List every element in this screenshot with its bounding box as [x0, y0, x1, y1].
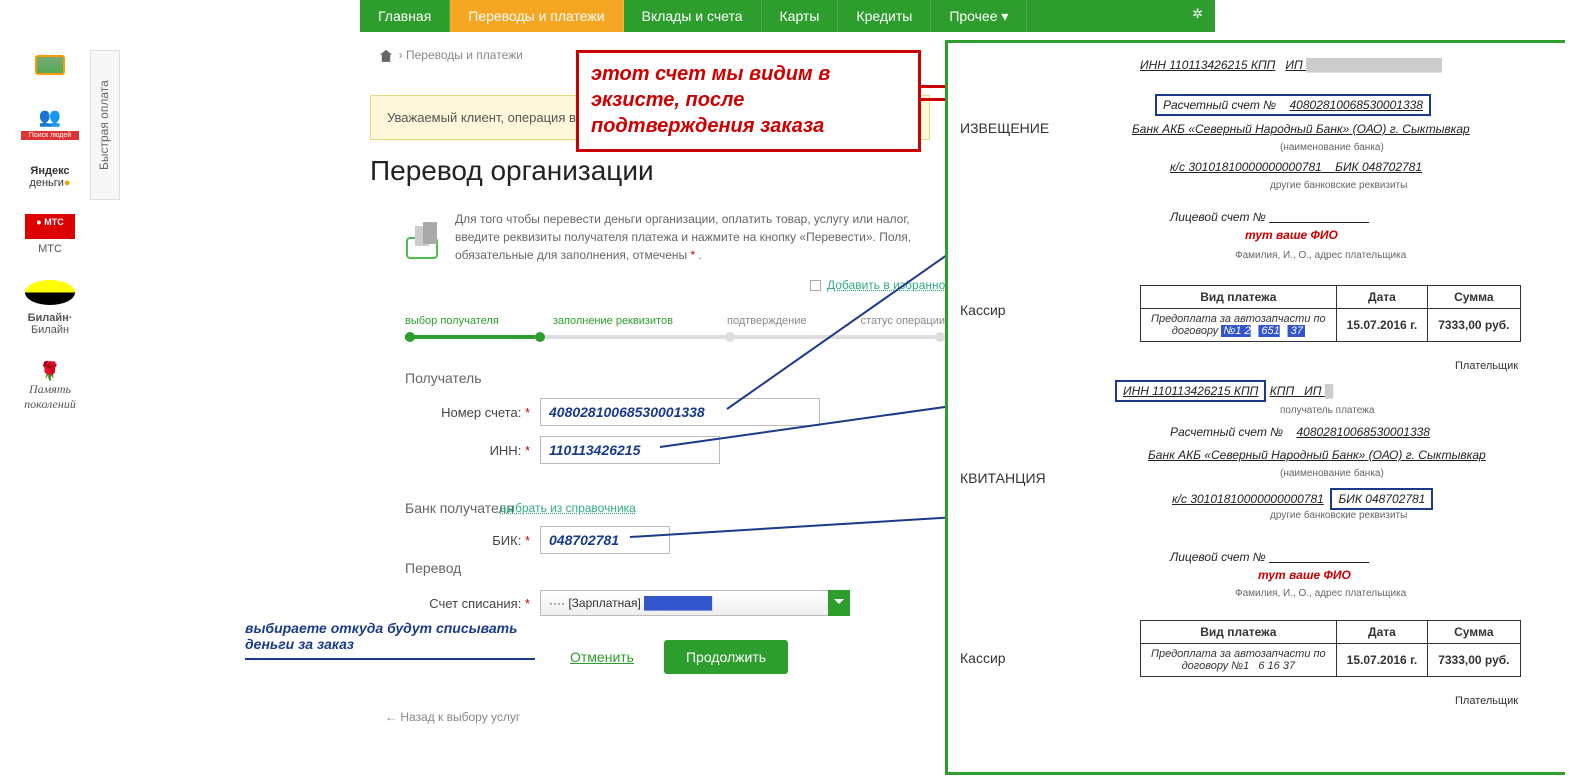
sidebar-beeline[interactable]: Билайн·Билайн: [10, 280, 90, 336]
invoice-ksbik-2: к/с 30101810000000000781 БИК 048702781: [1172, 488, 1433, 510]
writeoff-row: Счет списания: * ···· [Зарплатная] █████…: [395, 590, 850, 616]
invoice-inn-2: ИНН 110113426215 КПП КПП ИП █: [1115, 380, 1333, 402]
nav-deposits[interactable]: Вклады и счета: [624, 0, 762, 32]
home-icon[interactable]: [380, 50, 392, 62]
nav-other[interactable]: Прочее ▾: [931, 0, 1027, 32]
invoice-bank-2: Банк АКБ «Северный Народный Банк» (ОАО) …: [1148, 448, 1486, 462]
directory-link[interactable]: выбрать из справочника: [500, 501, 636, 515]
sidebar-memory[interactable]: 🌹Памятьпоколений: [10, 361, 90, 412]
sidebar-people[interactable]: 👥Поиск людей: [10, 107, 90, 140]
step-3: подтверждение: [727, 315, 806, 327]
page-title: Перевод организации: [370, 155, 654, 187]
inn-label: ИНН: *: [395, 443, 530, 458]
invoice-ksbik-1: к/с 30101810000000000781 БИК 048702781: [1170, 160, 1422, 174]
sidebar-yandex[interactable]: Яндексденьги●: [10, 165, 90, 189]
transfer-section: Перевод: [405, 560, 461, 576]
blue-annotation: выбираете откуда будут списывать деньги …: [245, 620, 535, 660]
nav-cards[interactable]: Карты: [762, 0, 839, 32]
flower-icon: 🌹: [39, 361, 61, 381]
invoice-other-1: другие банковские реквизиты: [1270, 180, 1407, 191]
inn-row: ИНН: *: [395, 436, 720, 464]
invoice-fio-2: тут ваше ФИО: [1258, 568, 1351, 582]
description: Для того чтобы перевести деньги организа…: [455, 210, 955, 264]
mts-icon: ● МТС: [25, 214, 75, 239]
invoice-bank-label-2: (наименование банка): [1280, 468, 1384, 479]
invoice-account-1: Расчетный счет № 40802810068530001338: [1155, 94, 1431, 116]
beeline-icon: [25, 280, 75, 305]
step-4: статус операции: [861, 315, 945, 327]
writeoff-select[interactable]: ···· [Зарплатная] ████████: [540, 590, 850, 616]
invoice-cashier-2: Кассир: [960, 650, 1006, 666]
bik-label: БИК: *: [395, 533, 530, 548]
invoice-bank-1: Банк АКБ «Северный Народный Банк» (ОАО) …: [1132, 122, 1470, 136]
red-annotation: этот счет мы видим в экзисте, после подт…: [576, 50, 921, 152]
chevron-down-icon: [828, 590, 850, 616]
steps: выбор получателя заполнение реквизитов п…: [405, 315, 945, 327]
card-icon: [405, 220, 445, 260]
breadcrumb-text[interactable]: Переводы и платежи: [406, 48, 523, 62]
account-label: Номер счета: *: [395, 405, 530, 420]
recipient-section: Получатель: [405, 370, 482, 386]
invoice-cashier-1: Кассир: [960, 302, 1006, 318]
bik-row: БИК: *: [395, 526, 670, 554]
invoice-notification-label: ИЗВЕЩЕНИЕ: [960, 120, 1049, 136]
cancel-button[interactable]: Отменить: [570, 649, 634, 665]
invoice-fio-1: тут ваше ФИО: [1245, 228, 1338, 242]
sidebar-phone[interactable]: [10, 55, 90, 82]
nav-transfers[interactable]: Переводы и платежи: [450, 0, 623, 32]
invoice-other-2: другие банковские реквизиты: [1270, 510, 1407, 521]
nav-credits[interactable]: Кредиты: [838, 0, 931, 32]
breadcrumb: › Переводы и платежи: [380, 48, 523, 62]
quickpay-tab[interactable]: Быстрая оплата: [90, 50, 120, 200]
invoice-table-1: Вид платежаДатаСумма Предоплата за автоз…: [1140, 285, 1521, 342]
top-nav: Главная Переводы и платежи Вклады и счет…: [360, 0, 1215, 32]
invoice-account-2: Расчетный счет № 40802810068530001338: [1170, 425, 1430, 439]
step-line: [405, 335, 945, 339]
invoice-payer-1: Плательщик: [1455, 360, 1518, 372]
account-input[interactable]: [540, 398, 820, 426]
step-1: выбор получателя: [405, 315, 499, 327]
invoice-bank-label-1: (наименование банка): [1280, 142, 1384, 153]
continue-button[interactable]: Продолжить: [664, 640, 788, 674]
nav-home[interactable]: Главная: [360, 0, 450, 32]
invoice-inn-1: ИНН 110113426215 КПП ИП ████████████████: [1140, 58, 1442, 72]
account-row: Номер счета: *: [395, 398, 820, 426]
invoice-personal-1: Лицевой счет №: [1170, 210, 1369, 224]
invoice-recipient-label-2: получатель платежа: [1280, 405, 1374, 416]
sidebar: 👥Поиск людей Яндексденьги● ● МТСМТС Била…: [10, 55, 90, 437]
back-link[interactable]: ← Назад к выбору услуг: [385, 710, 520, 724]
checkbox-icon: [810, 280, 821, 291]
invoice-table-2: Вид платежаДатаСумма Предоплата за автоз…: [1140, 620, 1521, 677]
invoice-receipt-label: КВИТАНЦИЯ: [960, 470, 1046, 486]
bank-section: Банк получателя: [405, 500, 514, 516]
button-row: Отменить Продолжить: [570, 640, 788, 674]
phone-icon: [35, 55, 65, 75]
people-icon: 👥: [39, 107, 61, 127]
inn-input[interactable]: [540, 436, 720, 464]
writeoff-label: Счет списания: *: [395, 596, 530, 611]
sidebar-mts[interactable]: ● МТСМТС: [10, 214, 90, 255]
add-favorite[interactable]: Добавить в избранное: [810, 278, 952, 292]
invoice-fio-label-2: Фамилия, И., О., адрес плательщика: [1235, 588, 1406, 599]
invoice-payer-2: Плательщик: [1455, 695, 1518, 707]
step-2: заполнение реквизитов: [553, 315, 673, 327]
gear-icon[interactable]: ✲: [1180, 0, 1215, 32]
invoice-personal-2: Лицевой счет №: [1170, 550, 1369, 564]
invoice-fio-label-1: Фамилия, И., О., адрес плательщика: [1235, 250, 1406, 261]
bik-input[interactable]: [540, 526, 670, 554]
